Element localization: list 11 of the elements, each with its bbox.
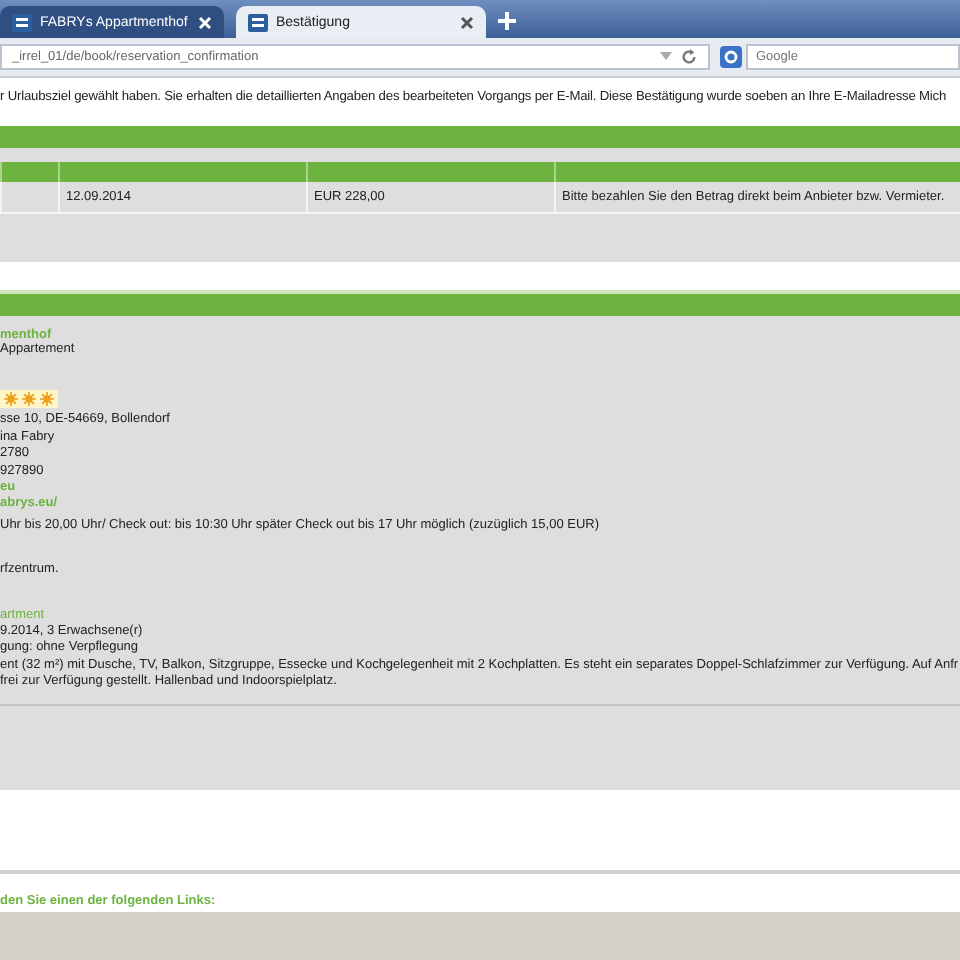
search-engine-icon[interactable] <box>720 46 742 68</box>
close-icon[interactable] <box>460 15 474 29</box>
table-cell <box>0 182 58 214</box>
new-tab-icon[interactable] <box>498 12 516 30</box>
reload-icon[interactable] <box>680 48 698 66</box>
star-icon <box>40 392 54 407</box>
star-icon <box>4 392 18 407</box>
page-icon <box>248 13 268 31</box>
table-header-cell <box>0 162 58 182</box>
star-icon <box>22 392 36 407</box>
page-icon <box>12 13 32 31</box>
